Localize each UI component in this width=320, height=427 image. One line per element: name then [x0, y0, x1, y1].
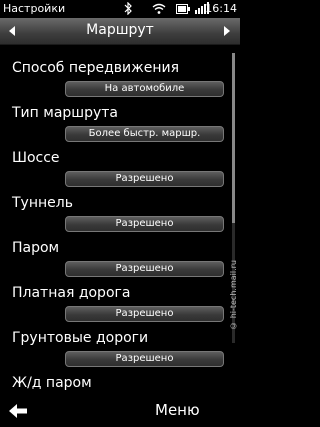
setting-value-button[interactable]: На автомобиле	[65, 81, 224, 97]
settings-list: Способ передвижения На автомобиле Тип ма…	[0, 45, 240, 397]
setting-item-rail-ferry[interactable]: Ж/д паром	[0, 367, 240, 397]
status-time: 16:14	[205, 2, 237, 15]
setting-item-dirt-roads[interactable]: Грунтовые дороги Разрешено	[0, 322, 240, 367]
title-bar: Маршрут	[0, 18, 240, 45]
setting-item-ferry[interactable]: Паром Разрешено	[0, 232, 240, 277]
setting-label: Туннель	[12, 195, 73, 211]
setting-label: Грунтовые дороги	[12, 330, 149, 346]
setting-value-button[interactable]: Разрешено	[65, 171, 224, 187]
status-app-name: Настройки	[3, 2, 66, 15]
scrollbar-thumb[interactable]	[232, 53, 235, 223]
next-arrow-icon[interactable]	[224, 26, 230, 36]
bluetooth-icon	[124, 2, 132, 15]
back-arrow-icon[interactable]	[6, 400, 30, 422]
screen: Настройки 16:14 Маршрут Способ передвиже…	[0, 0, 240, 427]
setting-value-button[interactable]: Разрешено	[65, 351, 224, 367]
softkey-bar: Меню	[0, 397, 240, 427]
setting-label: Способ передвижения	[12, 60, 180, 76]
setting-item-tunnel[interactable]: Туннель Разрешено	[0, 187, 240, 232]
menu-button[interactable]: Меню	[155, 401, 200, 419]
setting-label: Паром	[12, 240, 60, 256]
setting-value-button[interactable]: Разрешено	[65, 216, 224, 232]
wifi-icon	[152, 3, 166, 14]
setting-item-route-type[interactable]: Тип маршрута Более быстр. маршр.	[0, 97, 240, 142]
setting-label: Шоссе	[12, 150, 60, 166]
page-title: Маршрут	[86, 22, 154, 38]
status-bar: Настройки 16:14	[0, 0, 240, 18]
setting-item-transport-mode[interactable]: Способ передвижения На автомобиле	[0, 52, 240, 97]
setting-label: Ж/д паром	[12, 375, 92, 391]
setting-label: Тип маршрута	[12, 105, 118, 121]
setting-value-button[interactable]: Разрешено	[65, 261, 224, 277]
setting-item-toll-road[interactable]: Платная дорога Разрешено	[0, 277, 240, 322]
setting-item-highway[interactable]: Шоссе Разрешено	[0, 142, 240, 187]
watermark: © hi-tech.mail.ru	[229, 260, 238, 330]
setting-label: Платная дорога	[12, 285, 131, 301]
setting-value-button[interactable]: Разрешено	[65, 306, 224, 322]
battery-icon	[176, 4, 190, 14]
setting-value-button[interactable]: Более быстр. маршр.	[65, 126, 224, 142]
